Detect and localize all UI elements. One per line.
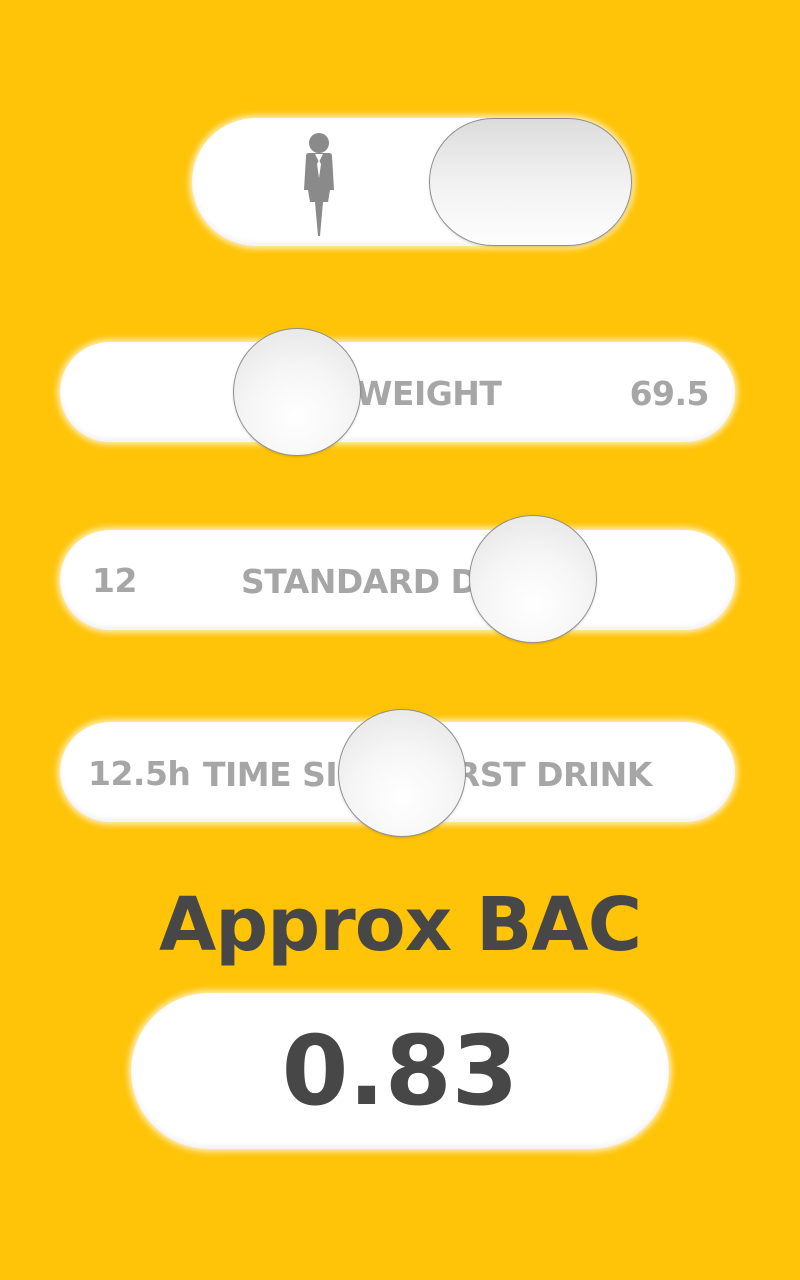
standard-drinks-slider[interactable]: 12 STANDARD DRINKS: [60, 515, 735, 643]
weight-slider[interactable]: WEIGHT 69.5: [60, 328, 735, 456]
time-since-first-drink-slider-knob[interactable]: [338, 709, 466, 837]
result-box: 0.83: [131, 993, 669, 1149]
result-title: Approx BAC: [158, 882, 642, 968]
standard-drinks-value: 12: [92, 561, 137, 600]
standard-drinks-slider-knob[interactable]: [469, 515, 597, 643]
male-person-icon: [304, 133, 334, 236]
gender-toggle[interactable]: [192, 118, 632, 246]
bac-value: 0.83: [281, 1015, 519, 1127]
gender-toggle-knob[interactable]: [429, 118, 632, 246]
weight-value: 69.5: [629, 374, 710, 413]
time-since-first-drink-slider[interactable]: 12.5h TIME SINCE FIRST DRINK: [60, 709, 735, 837]
weight-slider-knob[interactable]: [233, 328, 361, 456]
weight-label: WEIGHT: [356, 374, 502, 413]
time-since-first-drink-value: 12.5h: [88, 754, 191, 793]
